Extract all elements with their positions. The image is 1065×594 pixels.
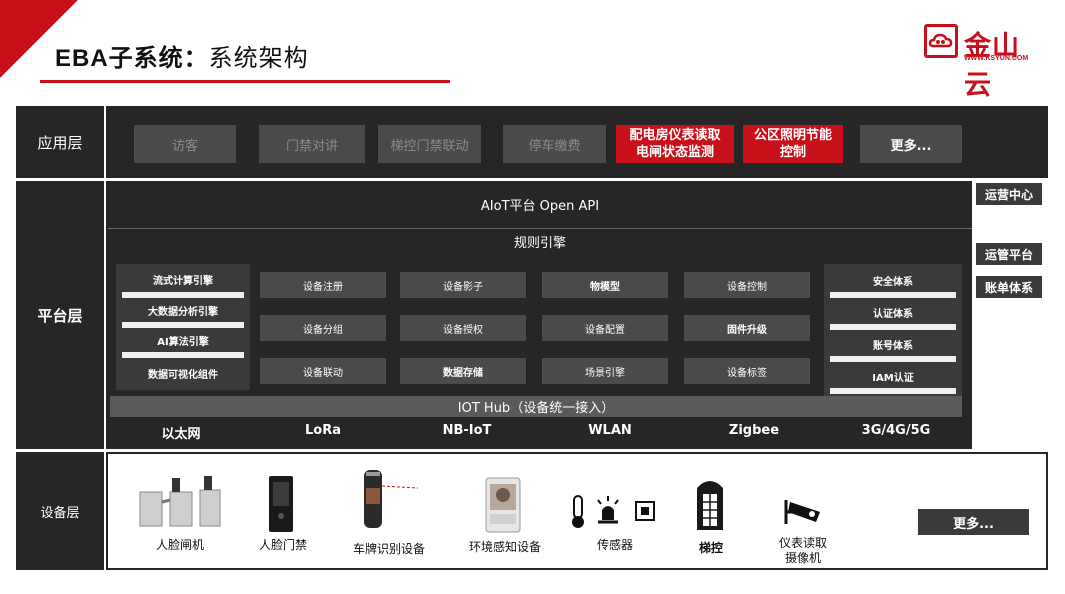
title-underline — [40, 80, 450, 83]
network-lora: LoRa — [305, 423, 341, 438]
engine-item: 大数据分析引擎 — [122, 298, 244, 328]
security-item: 安全体系 — [830, 268, 956, 298]
app-intercom-button[interactable]: 门禁对讲 — [259, 125, 365, 163]
engine-item: 流式计算引擎 — [122, 266, 244, 298]
device-layer-label: 设备层 — [40, 505, 80, 521]
engine-item: 数据可视化组件 — [122, 358, 244, 388]
device-more-button[interactable]: 更多... — [918, 509, 1029, 535]
face-access-icon — [269, 476, 293, 532]
camera-icon — [784, 500, 820, 524]
app-elevator-access-button[interactable]: 梯控门禁联动 — [378, 125, 481, 163]
device-elevator-label: 梯控 — [698, 541, 723, 555]
engine-stack: 流式计算引擎 大数据分析引擎 AI算法引擎 数据可视化组件 — [116, 264, 250, 390]
environment-sensor-icon — [485, 477, 521, 533]
app-layer-label: 应用层 — [37, 133, 83, 152]
grid-cell: 数据存储 — [400, 358, 526, 384]
grid-cell: 固件升级 — [684, 315, 810, 341]
platform-layer-label: 平台层 — [37, 306, 83, 325]
security-stack: 安全体系 认证体系 账号体系 IAM认证 — [824, 264, 962, 398]
side-item-operations-center: 运营中心 — [976, 183, 1042, 205]
grid-cell: 设备注册 — [260, 272, 386, 298]
network-wlan: WLAN — [588, 423, 632, 438]
iot-hub-bar: IOT Hub（设备统一接入） — [110, 396, 962, 417]
grid-cell: 设备控制 — [684, 272, 810, 298]
app-visitor-button[interactable]: 访客 — [134, 125, 236, 163]
device-plate-recognition-label: 车牌识别设备 — [352, 542, 425, 556]
security-item: 账号体系 — [830, 332, 956, 362]
side-item-management-platform: 运管平台 — [976, 243, 1042, 265]
grid-cell: 设备配置 — [542, 315, 668, 341]
grid-cell: 设备授权 — [400, 315, 526, 341]
side-item-billing-system: 账单体系 — [976, 276, 1042, 298]
security-item: IAM认证 — [830, 364, 956, 394]
page-title: EBA子系统：系统架构 — [55, 44, 309, 72]
cloud-icon — [924, 24, 958, 58]
app-lighting-control-button[interactable]: 公区照明节能 控制 — [743, 125, 843, 163]
logo-url: WWW.KSYUN.COM — [964, 55, 1029, 62]
device-face-gate-label: 人脸闸机 — [155, 538, 204, 552]
engine-item: AI算法引擎 — [122, 328, 244, 358]
open-api-bar: AIoT平台 Open API — [108, 181, 972, 229]
grid-cell: 设备分组 — [260, 315, 386, 341]
face-gate-icon — [139, 476, 221, 527]
plate-recognition-icon — [364, 470, 419, 528]
device-environment-label: 环境感知设备 — [468, 540, 541, 554]
logo-text: 金山云 — [964, 31, 1020, 101]
grid-cell: 物模型 — [542, 272, 668, 298]
device-face-access-label: 人脸门禁 — [258, 538, 307, 552]
grid-cell: 设备标签 — [684, 358, 810, 384]
security-item: 认证体系 — [830, 300, 956, 330]
grid-cell: 设备联动 — [260, 358, 386, 384]
logo: 金山云 WWW.KSYUN.COM — [924, 24, 1042, 101]
network-nbiot: NB-IoT — [442, 423, 492, 438]
app-parking-button[interactable]: 停车缴费 — [503, 125, 606, 163]
app-meter-reading-button[interactable]: 配电房仪表读取 电闸状态监测 — [616, 125, 734, 163]
network-ethernet: 以太网 — [161, 427, 201, 442]
app-more-button[interactable]: 更多... — [860, 125, 962, 163]
network-cellular: 3G/4G/5G — [861, 423, 931, 438]
rule-engine-title: 规则引擎 — [513, 236, 566, 251]
device-sensor-label: 传感器 — [596, 538, 633, 552]
elevator-icon — [697, 481, 723, 530]
device-meter-camera-label: 仪表读取 摄像机 — [778, 536, 827, 565]
sensor-icon — [572, 495, 655, 528]
grid-cell: 设备影子 — [400, 272, 526, 298]
network-zigbee: Zigbee — [728, 423, 780, 438]
grid-cell: 场景引擎 — [542, 358, 668, 384]
